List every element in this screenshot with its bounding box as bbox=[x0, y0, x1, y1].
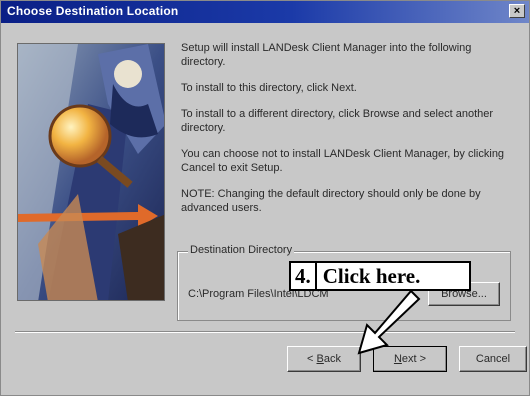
setup-illustration bbox=[17, 43, 165, 301]
close-icon: × bbox=[513, 5, 521, 17]
paragraph-browse: To install to a different directory, cli… bbox=[181, 108, 494, 134]
callout-step-number: 4. bbox=[291, 263, 317, 289]
setup-dialog: Choose Destination Location × Setup will… bbox=[0, 0, 530, 396]
back-button[interactable]: < Back bbox=[287, 346, 361, 372]
paragraph-cancel: You can choose not to install LANDesk Cl… bbox=[181, 148, 505, 174]
window-title: Choose Destination Location bbox=[7, 4, 179, 18]
button-separator bbox=[15, 331, 515, 333]
back-accelerator: B bbox=[316, 353, 324, 365]
instructions-text: Setup will install LANDesk Client Manage… bbox=[181, 41, 511, 227]
title-bar: Choose Destination Location × bbox=[1, 1, 529, 23]
close-button[interactable]: × bbox=[509, 4, 525, 18]
paragraph-note: NOTE: Changing the default directory sho… bbox=[181, 188, 481, 214]
cancel-button[interactable]: Cancel bbox=[459, 346, 527, 372]
pointer-arrow-icon bbox=[357, 289, 421, 355]
callout-text: Click here. bbox=[322, 264, 421, 288]
back-prefix: < bbox=[307, 353, 317, 365]
destination-directory-label: Destination Directory bbox=[188, 244, 295, 256]
back-label-rest: ack bbox=[323, 353, 341, 365]
paragraph-next: To install to this directory, click Next… bbox=[181, 82, 357, 94]
paragraph-intro: Setup will install LANDesk Client Manage… bbox=[181, 42, 472, 68]
